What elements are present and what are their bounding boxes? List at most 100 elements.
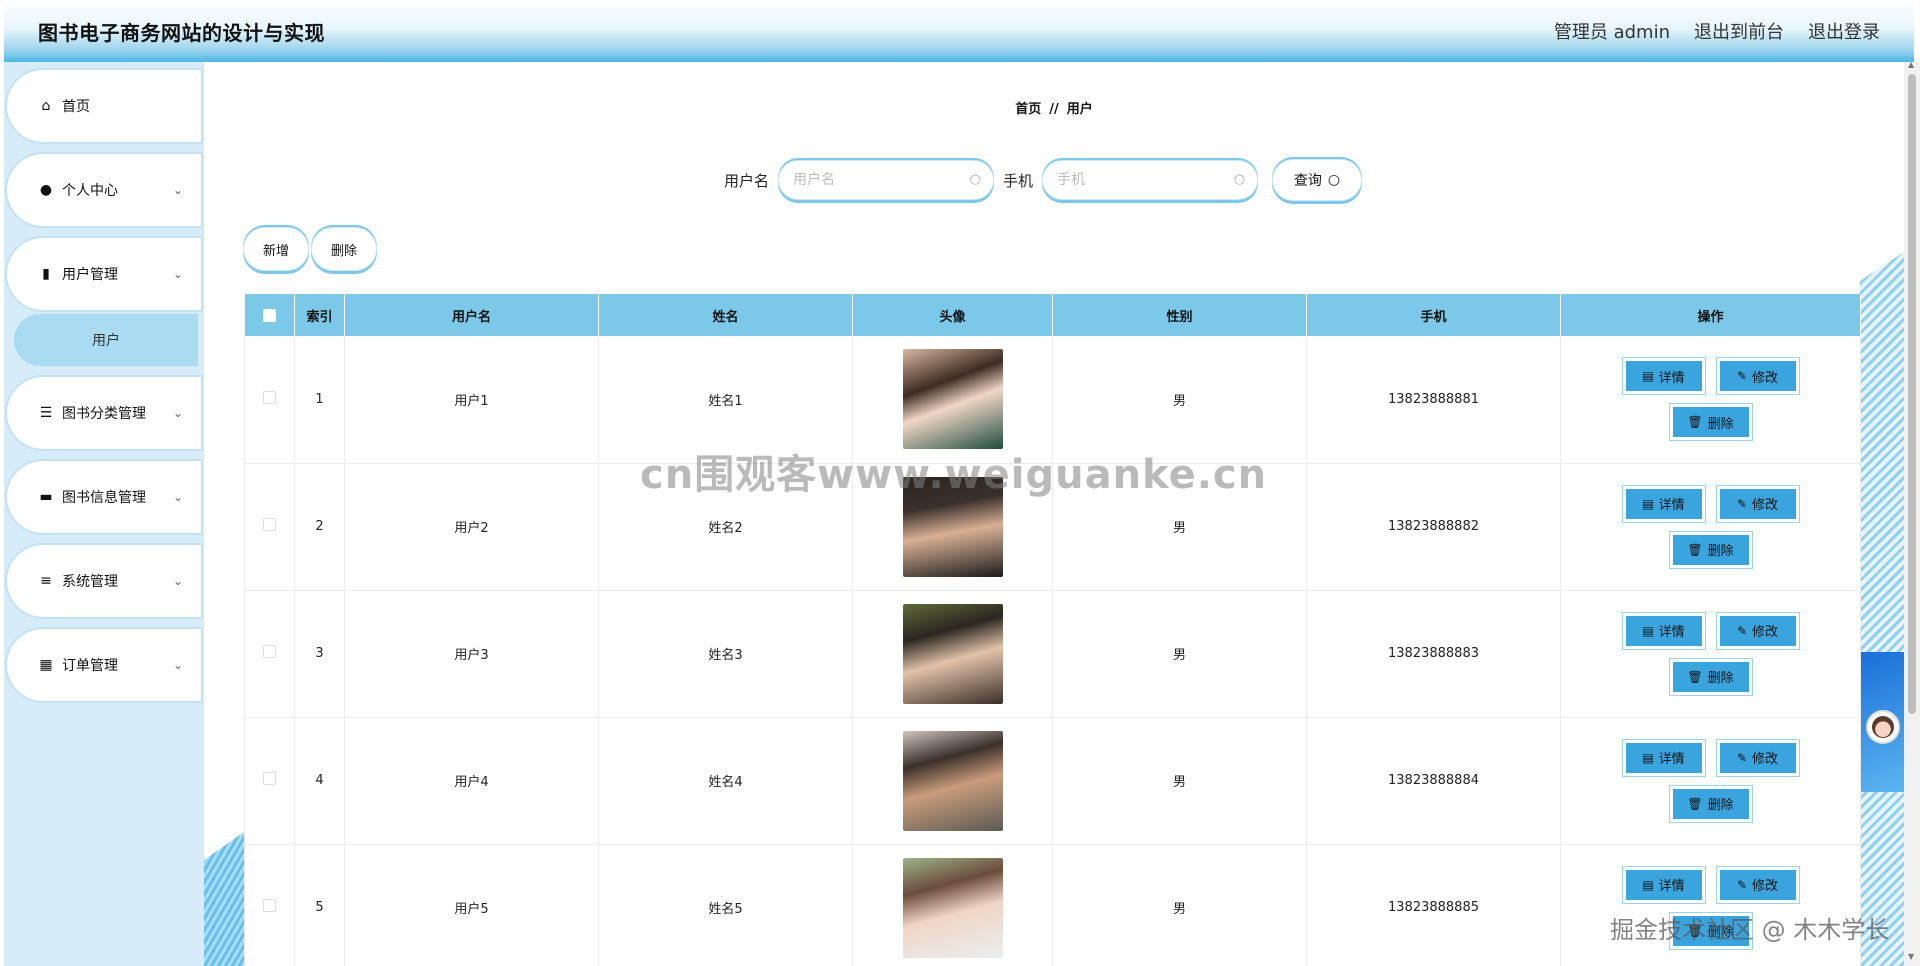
cell-index: 1 <box>294 336 345 464</box>
sidebar-subitem-users[interactable]: 用户 <box>14 314 198 366</box>
delete-button[interactable]: 🗑 删除 <box>1669 785 1752 822</box>
edit-label: 修改 <box>1752 370 1779 386</box>
bar-chart-icon: ▮ <box>42 266 50 282</box>
search-bar: 用户名 ○ 手机 ○ 查询 ○ <box>724 160 1362 200</box>
delete-label: 删除 <box>1707 671 1734 686</box>
edit-button[interactable]: ✎ 修改 <box>1716 358 1799 395</box>
admin-user-link[interactable]: 管理员 admin <box>1554 18 1670 44</box>
detail-label: 详情 <box>1658 498 1685 513</box>
pencil-icon: ✎ <box>1736 623 1748 638</box>
scroll-up-arrow-icon[interactable]: ▲ <box>1908 60 1914 69</box>
action-bar: 新增 删除 <box>244 228 376 270</box>
add-button[interactable]: 新增 <box>244 228 308 270</box>
sidebar-item-label: 用户管理 <box>62 267 118 283</box>
back-to-front-link[interactable]: 退出到前台 <box>1694 18 1784 44</box>
sidebar-item-label: 图书信息管理 <box>62 490 146 506</box>
chevron-down-icon: ⌄ <box>172 490 184 504</box>
batch-delete-button[interactable]: 删除 <box>312 228 376 270</box>
edit-label: 修改 <box>1752 752 1779 767</box>
column-header: 用户名 <box>344 294 599 336</box>
cell-name: 姓名4 <box>598 717 853 845</box>
sidebar-item-book-info[interactable]: ▬ 图书信息管理 ⌄ <box>10 464 198 530</box>
cell-operations: ▤ 详情 ✎ 修改 🗑 删除 <box>1560 717 1861 845</box>
sidebar-item-book-category[interactable]: ☰ 图书分类管理 ⌄ <box>10 380 198 446</box>
header-nav: 管理员 admin 退出到前台 退出登录 <box>1554 18 1880 44</box>
column-header: 手机 <box>1306 294 1561 336</box>
username-search-field[interactable]: ○ <box>779 161 994 199</box>
vertical-scrollbar[interactable]: ▲ ▼ <box>1904 60 1920 966</box>
select-all-checkbox[interactable] <box>262 308 276 322</box>
pencil-icon: ✎ <box>1736 369 1748 384</box>
column-header: 性别 <box>1052 294 1307 336</box>
chevron-down-icon: ⌄ <box>172 658 184 672</box>
row-select-cell[interactable] <box>244 463 295 591</box>
edit-label: 修改 <box>1752 498 1779 513</box>
delete-label: 删除 <box>1707 544 1734 559</box>
detail-button[interactable]: ▤ 详情 <box>1622 358 1705 395</box>
avatar[interactable] <box>902 857 1003 958</box>
edit-button[interactable]: ✎ 修改 <box>1716 739 1799 776</box>
cell-phone: 13823888885 <box>1306 844 1561 966</box>
row-select-cell[interactable] <box>244 336 295 464</box>
sidebar-item-home[interactable]: ⌂ 首页 <box>10 73 198 139</box>
avatar[interactable] <box>902 730 1003 831</box>
phone-search-input[interactable] <box>1057 172 1218 188</box>
cell-avatar <box>852 590 1053 718</box>
select-all-header[interactable] <box>244 294 295 336</box>
username-search-input[interactable] <box>793 172 954 188</box>
sidebar-item-label: 图书分类管理 <box>62 406 146 422</box>
ticket-icon: ▬ <box>39 489 53 505</box>
delete-button[interactable]: 🗑 删除 <box>1669 658 1752 695</box>
edit-button[interactable]: ✎ 修改 <box>1716 485 1799 522</box>
row-select-cell[interactable] <box>244 717 295 845</box>
sidebar-item-user-management[interactable]: ▮ 用户管理 ⌄ <box>10 241 198 307</box>
avatar[interactable] <box>902 349 1003 450</box>
table-row: 5 用户5 姓名5 男 13823888885 ▤ 详情 ✎ 修改 🗑 删除 <box>244 844 1861 966</box>
main-content: 首页 // 用户 用户名 ○ 手机 ○ 查询 ○ 新增 删除 索引 用户 <box>204 62 1904 966</box>
sidebar-item-label: 系统管理 <box>62 574 118 590</box>
row-checkbox[interactable] <box>263 899 276 912</box>
sidebar-item-personal-center[interactable]: ● 个人中心 ⌄ <box>10 157 198 223</box>
row-checkbox[interactable] <box>263 518 276 531</box>
breadcrumb: 首页 // 用户 <box>204 98 1904 117</box>
sidebar-item-orders[interactable]: ▦ 订单管理 ⌄ <box>10 632 198 698</box>
delete-button[interactable]: 🗑 删除 <box>1669 404 1752 441</box>
edit-button[interactable]: ✎ 修改 <box>1716 866 1799 903</box>
cell-username: 用户3 <box>344 590 599 718</box>
breadcrumb-home[interactable]: 首页 <box>1015 102 1041 117</box>
row-select-cell[interactable] <box>244 590 295 718</box>
cell-operations: ▤ 详情 ✎ 修改 🗑 删除 <box>1560 590 1861 718</box>
floating-assistant-avatar[interactable] <box>1866 710 1900 744</box>
edit-button[interactable]: ✎ 修改 <box>1716 612 1799 649</box>
scroll-down-arrow-icon[interactable]: ▼ <box>1908 952 1914 961</box>
cell-avatar <box>852 844 1053 966</box>
cell-index: 3 <box>294 590 345 718</box>
delete-button[interactable]: 🗑 删除 <box>1669 531 1752 568</box>
detail-button[interactable]: ▤ 详情 <box>1622 485 1705 522</box>
detail-button[interactable]: ▤ 详情 <box>1622 739 1705 776</box>
avatar[interactable] <box>902 603 1003 704</box>
cell-name: 姓名3 <box>598 590 853 718</box>
row-checkbox[interactable] <box>263 772 276 785</box>
cell-phone: 13823888882 <box>1306 463 1561 591</box>
scrollbar-thumb[interactable] <box>1908 74 1916 714</box>
phone-search-field[interactable]: ○ <box>1043 161 1258 199</box>
user-table: 索引 用户名 姓名 头像 性别 手机 操作 1 用户1 姓名1 男 138238… <box>244 294 1861 966</box>
row-checkbox[interactable] <box>263 390 276 404</box>
query-button[interactable]: 查询 ○ <box>1273 160 1362 200</box>
row-checkbox[interactable] <box>263 645 276 658</box>
trash-icon: 🗑 <box>1687 542 1703 557</box>
user-icon: ● <box>39 182 53 198</box>
detail-label: 详情 <box>1658 370 1685 386</box>
cell-avatar <box>852 717 1053 845</box>
chevron-down-icon: ⌄ <box>172 406 184 420</box>
detail-button[interactable]: ▤ 详情 <box>1622 612 1705 649</box>
row-select-cell[interactable] <box>244 844 295 966</box>
cell-username: 用户2 <box>344 463 599 591</box>
logout-link[interactable]: 退出登录 <box>1808 18 1880 44</box>
sidebar-item-system[interactable]: ≡ 系统管理 ⌄ <box>10 548 198 614</box>
grid-icon: ▦ <box>39 657 53 673</box>
cell-operations: ▤ 详情 ✎ 修改 🗑 删除 <box>1560 844 1861 966</box>
edit-label: 修改 <box>1752 625 1779 640</box>
detail-button[interactable]: ▤ 详情 <box>1622 866 1705 903</box>
